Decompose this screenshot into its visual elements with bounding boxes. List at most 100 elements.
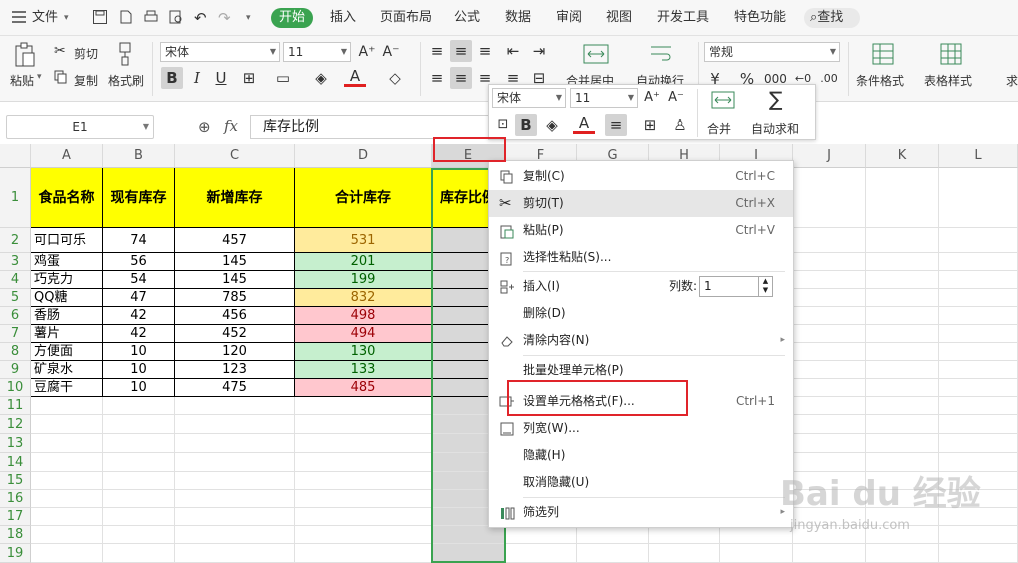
column-header-d[interactable]: D	[295, 144, 432, 168]
cell[interactable]	[295, 397, 432, 415]
table-cell-total[interactable]: 531	[295, 228, 432, 253]
row-header[interactable]: 17	[0, 508, 31, 526]
table-cell-current[interactable]: 10	[103, 361, 175, 379]
cell[interactable]	[103, 508, 175, 526]
mini-bold-button[interactable]: B	[515, 114, 537, 136]
mini-font-size-select[interactable]: 11 ▼	[570, 88, 638, 108]
number-format-select[interactable]: 常规 ▼	[704, 42, 840, 62]
table-cell-current[interactable]: 42	[103, 325, 175, 343]
font-name-select[interactable]: 宋体 ▼	[160, 42, 280, 62]
column-header-k[interactable]: K	[866, 144, 939, 168]
cell[interactable]	[295, 434, 432, 453]
cell[interactable]	[939, 271, 1018, 289]
copy-button[interactable]: 复制	[74, 72, 98, 89]
cell[interactable]	[175, 415, 295, 434]
cell[interactable]	[649, 544, 720, 563]
fx-icon[interactable]: fx	[224, 117, 238, 135]
row-header[interactable]: 2	[0, 228, 31, 253]
mini-format-painter-icon[interactable]: ♙	[669, 114, 691, 136]
table-cell-total[interactable]: 832	[295, 289, 432, 307]
increase-indent-icon[interactable]: ⇥	[528, 40, 550, 62]
menu-item-copy[interactable]: 复制(C) Ctrl+C	[489, 163, 793, 190]
cell[interactable]	[31, 544, 103, 563]
cell[interactable]	[505, 526, 577, 544]
mini-font-name-select[interactable]: 宋体 ▼	[492, 88, 566, 108]
cell[interactable]	[939, 361, 1018, 379]
cell[interactable]	[866, 397, 939, 415]
align-center-icon[interactable]: ≡	[450, 67, 472, 89]
menu-item-paste-special[interactable]: ? 选择性粘贴(S)...	[489, 244, 793, 271]
cell[interactable]	[866, 228, 939, 253]
row-header[interactable]: 3	[0, 253, 31, 271]
table-cell-added[interactable]: 456	[175, 307, 295, 325]
tab-home[interactable]: 开始	[271, 8, 314, 28]
cell[interactable]	[866, 271, 939, 289]
table-cell-added[interactable]: 452	[175, 325, 295, 343]
tab-formulas[interactable]: 公式	[454, 8, 480, 28]
select-all-corner[interactable]	[0, 144, 31, 168]
cell[interactable]	[793, 228, 866, 253]
table-cell-current[interactable]: 10	[103, 379, 175, 397]
cell[interactable]	[793, 361, 866, 379]
column-header-b[interactable]: B	[103, 144, 175, 168]
cell[interactable]	[295, 508, 432, 526]
table-cell-total[interactable]: 130	[295, 343, 432, 361]
conditional-format-icon[interactable]	[872, 43, 894, 65]
cell[interactable]	[793, 271, 866, 289]
undo-icon[interactable]: ↶	[194, 8, 207, 28]
row-header[interactable]: 6	[0, 307, 31, 325]
cell[interactable]	[31, 415, 103, 434]
cell[interactable]	[31, 397, 103, 415]
cell[interactable]	[103, 472, 175, 490]
search-button[interactable]: ⌕查找	[804, 8, 860, 28]
decrease-decimal-icon[interactable]: .00	[818, 68, 840, 90]
cell[interactable]	[103, 526, 175, 544]
column-header-a[interactable]: A	[31, 144, 103, 168]
row-header[interactable]: 7	[0, 325, 31, 343]
table-cell-name[interactable]: 方便面	[31, 343, 103, 361]
column-header-l[interactable]: L	[939, 144, 1018, 168]
menu-item-column-width[interactable]: 列宽(W)...	[489, 415, 793, 442]
file-menu-arrow-icon[interactable]: ▾	[64, 8, 69, 28]
cell[interactable]	[103, 544, 175, 563]
cell[interactable]	[103, 415, 175, 434]
table-cell-added[interactable]: 785	[175, 289, 295, 307]
cell[interactable]	[866, 253, 939, 271]
cell[interactable]	[175, 397, 295, 415]
bold-button[interactable]: B	[161, 67, 183, 89]
decrease-font-icon[interactable]: A⁻	[380, 41, 402, 63]
row-header[interactable]: 18	[0, 526, 31, 544]
ribbon-more-button[interactable]: 求	[1006, 72, 1018, 89]
align-top-icon[interactable]: ≡	[426, 40, 448, 62]
table-cell-current[interactable]: 54	[103, 271, 175, 289]
cell[interactable]	[939, 325, 1018, 343]
menu-item-cut[interactable]: ✂ 剪切(T) Ctrl+X	[489, 190, 793, 217]
save-icon[interactable]	[92, 9, 108, 25]
paste-icon[interactable]	[14, 42, 36, 68]
cell[interactable]	[793, 415, 866, 434]
cell[interactable]	[175, 526, 295, 544]
table-cell-name[interactable]: QQ糖	[31, 289, 103, 307]
table-cell-name[interactable]: 鸡蛋	[31, 253, 103, 271]
tab-developer[interactable]: 开发工具	[657, 8, 709, 28]
align-left-icon[interactable]: ≡	[426, 67, 448, 89]
conditional-format-button[interactable]: 条件格式	[856, 72, 904, 89]
cell[interactable]	[939, 397, 1018, 415]
tab-special-features[interactable]: 特色功能	[734, 8, 786, 28]
wrap-text-icon[interactable]	[650, 44, 672, 64]
cell[interactable]	[939, 415, 1018, 434]
cell[interactable]	[505, 544, 577, 563]
align-bottom-icon[interactable]: ≡	[474, 40, 496, 62]
autosum-button[interactable]: 自动求和	[751, 120, 799, 137]
table-cell-current[interactable]: 74	[103, 228, 175, 253]
clear-format-icon[interactable]: ◇	[384, 67, 406, 89]
cell[interactable]	[866, 168, 939, 228]
increase-font-icon[interactable]: A⁺	[356, 41, 378, 63]
cell[interactable]	[577, 526, 649, 544]
column-header-c[interactable]: C	[175, 144, 295, 168]
table-cell-name[interactable]: 矿泉水	[31, 361, 103, 379]
cell[interactable]	[649, 526, 720, 544]
table-cell-current[interactable]: 42	[103, 307, 175, 325]
cell[interactable]	[175, 490, 295, 508]
table-cell-name[interactable]: 可口可乐	[31, 228, 103, 253]
